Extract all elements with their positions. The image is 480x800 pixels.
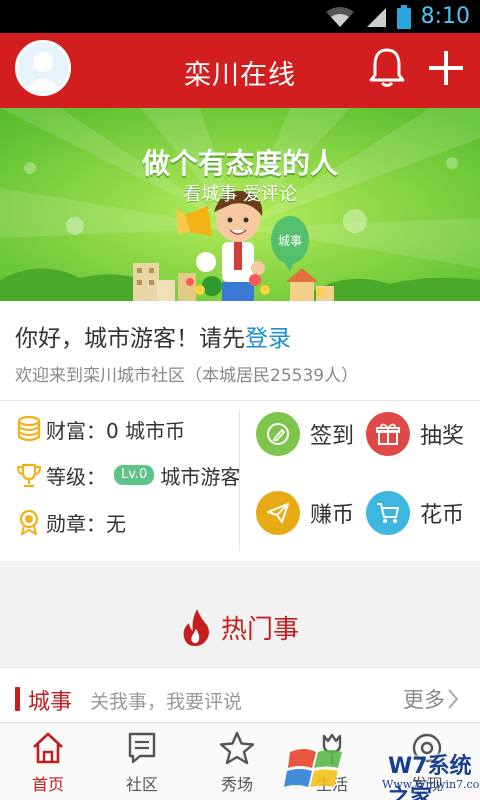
trophy-icon	[16, 462, 42, 488]
level-name: 城市游客	[160, 464, 241, 489]
city-section-header: 城事 关我事，我要评说 更多	[0, 667, 480, 722]
chevron-right-icon	[448, 689, 459, 709]
city-section-subtitle: 关我事，我要评说	[90, 691, 243, 713]
sign-in-icon	[256, 412, 300, 456]
section-accent-bar	[15, 687, 20, 711]
medal-text: 勋章：无	[46, 511, 126, 536]
banner-subtitle: 看城事 爱评论	[183, 184, 297, 205]
nav-show-label: 秀场	[220, 775, 253, 794]
more-label: 更多	[403, 688, 445, 712]
level-prefix: 等级：	[46, 464, 106, 489]
watermark-text: W7系统之家	[388, 754, 472, 800]
balloon-label: 城事	[278, 234, 302, 248]
earn-label: 赚币	[310, 503, 355, 528]
home-icon	[30, 729, 66, 767]
gift-icon	[366, 412, 410, 456]
promo-banner[interactable]: 城事 做个有态度的人 看城事 爱评论	[0, 108, 480, 301]
banner-title: 做个有态度的人	[141, 147, 338, 180]
status-bar: 8:10	[0, 0, 480, 33]
login-link[interactable]: 登录	[245, 326, 291, 352]
user-info-panel: 财富：0 城市币 等级： Lv.0 城市游客 勋章：无 签到 抽奖 赚币 花币	[0, 401, 480, 561]
nav-community-label: 社区	[125, 775, 158, 794]
spend-label: 花币	[420, 503, 465, 528]
sign-in-button[interactable]: 签到	[256, 412, 354, 456]
lottery-button[interactable]: 抽奖	[366, 412, 464, 456]
coins-icon	[16, 416, 42, 442]
wifi-icon	[325, 6, 354, 27]
nav-home-label: 首页	[31, 775, 64, 794]
message-icon	[124, 729, 160, 767]
signal-icon	[366, 7, 386, 27]
wealth-row: 财富：0 城市币	[16, 414, 185, 444]
earn-coins-button[interactable]: 赚币	[256, 491, 354, 535]
flame-icon	[183, 609, 209, 646]
vertical-divider	[239, 411, 240, 551]
add-icon[interactable]	[426, 47, 466, 89]
hot-label: 热门事	[220, 614, 299, 645]
medal-row: 勋章：无	[16, 507, 126, 537]
greeting-text: 你好，城市游客！请先登录	[15, 319, 291, 353]
more-link[interactable]: 更多	[403, 684, 461, 714]
clock: 8:10	[420, 4, 470, 29]
level-badge: Lv.0	[114, 465, 155, 485]
cart-icon	[366, 491, 410, 535]
bell-icon[interactable]	[367, 47, 407, 89]
star-icon	[218, 729, 256, 767]
medal-icon	[16, 509, 42, 535]
level-row: 等级： Lv.0 城市游客	[16, 460, 240, 490]
greeting-section: 你好，城市游客！请先登录 欢迎来到栾川城市社区（本城居民25539人）	[0, 301, 480, 401]
paper-plane-icon	[256, 491, 300, 535]
nav-show[interactable]: 秀场	[189, 723, 285, 800]
battery-icon	[396, 4, 411, 29]
city-section-title: 城事	[28, 690, 73, 715]
app-bar: 栾川在线	[0, 33, 480, 108]
welcome-text: 欢迎来到栾川城市社区（本城居民25539人）	[15, 366, 359, 386]
page-title: 栾川在线	[184, 60, 296, 91]
wealth-text: 财富：0 城市币	[46, 418, 186, 443]
watermark-url: Www.Winwin7.com	[382, 778, 480, 791]
section-gap	[0, 561, 480, 587]
spend-coins-button[interactable]: 花币	[366, 491, 464, 535]
lottery-label: 抽奖	[420, 424, 465, 449]
nav-home[interactable]: 首页	[0, 723, 96, 800]
hot-topics-header[interactable]: 热门事	[0, 587, 480, 667]
greeting-prefix: 你好，城市游客！请先	[15, 326, 245, 352]
sign-in-label: 签到	[310, 424, 355, 449]
nav-community[interactable]: 社区	[94, 723, 190, 800]
